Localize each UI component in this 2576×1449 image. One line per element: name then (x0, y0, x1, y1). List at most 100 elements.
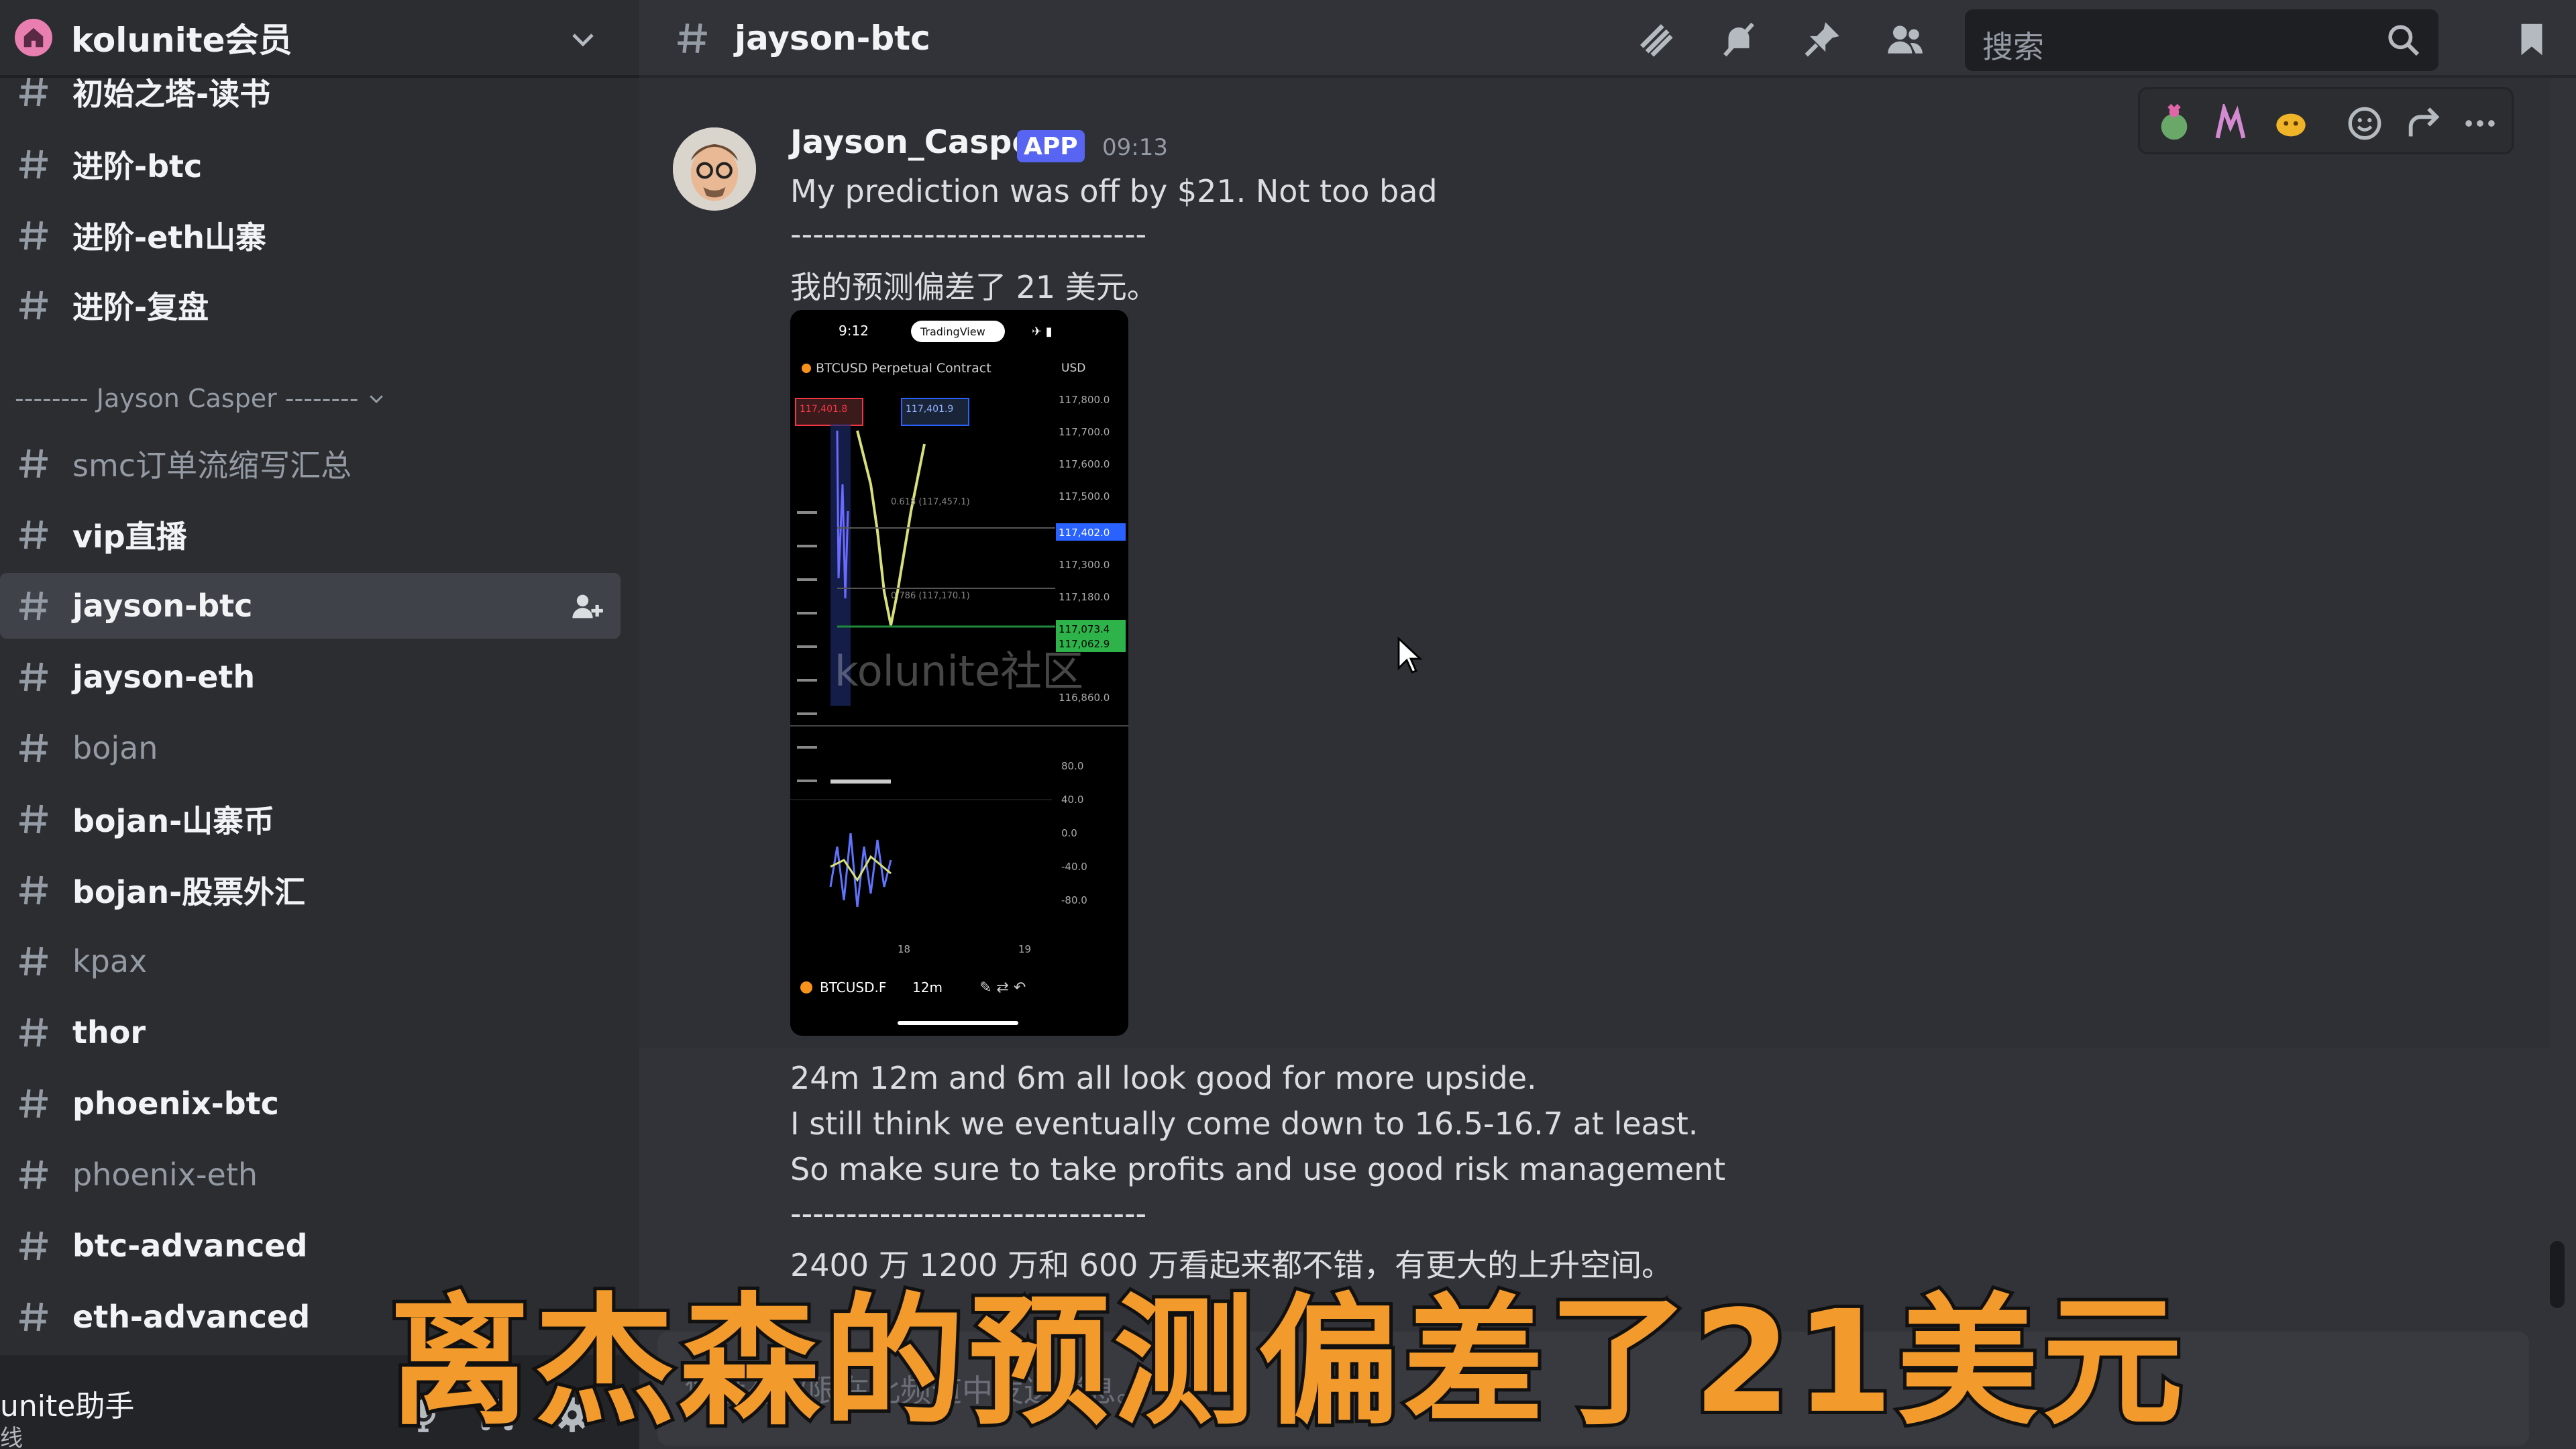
create-invite-icon[interactable] (570, 589, 604, 624)
channel-label: jayson-eth (72, 659, 256, 695)
price-tag-green: 117,073.4 (1059, 623, 1110, 635)
footer-symbol: BTCUSD.F (820, 979, 886, 996)
interval-label: 12m (912, 979, 943, 996)
current-price-tag: 117,402.0 (1059, 527, 1110, 539)
hash-icon (19, 77, 48, 107)
oscillator-tick: 80.0 (1061, 760, 1083, 772)
price-tick: 117,180.0 (1059, 591, 1110, 603)
channel-label: vip直播 (72, 519, 187, 555)
chevron-down-icon[interactable] (567, 23, 599, 55)
channel-sidebar: kolunite会员 初始之塔-读书 进阶-btc 进阶-eth山寨 进阶-复盘… (0, 0, 639, 1449)
oscillator-tick: -40.0 (1061, 861, 1087, 873)
reaction-emoji-icon[interactable] (2155, 104, 2194, 143)
channel-item[interactable]: thor (0, 1000, 621, 1065)
message-text-line: My prediction was off by $21. Not too ba… (790, 173, 1438, 209)
channel-label: thor (72, 1014, 146, 1051)
date-tick: 19 (1018, 943, 1031, 955)
hash-icon (19, 591, 48, 621)
hash-icon (19, 221, 48, 250)
price-tick: 117,700.0 (1059, 426, 1110, 438)
search-placeholder: 搜索 (1982, 29, 2044, 65)
channel-item[interactable]: vip直播 (0, 502, 621, 568)
oscillator-tick: 40.0 (1061, 794, 1083, 806)
channel-item[interactable]: 进阶-btc (0, 131, 621, 197)
bookmark-icon[interactable] (2511, 19, 2553, 60)
hash-icon (19, 1018, 48, 1047)
channel-item[interactable]: phoenix-eth (0, 1142, 621, 1208)
channel-label: 进阶-eth山寨 (72, 219, 267, 256)
hash-icon (19, 449, 48, 478)
hash-icon (19, 1089, 48, 1118)
category-label: -------- Jayson Casper -------- (15, 384, 359, 413)
channel-item[interactable]: phoenix-btc (0, 1071, 621, 1136)
channel-item[interactable]: kpax (0, 928, 621, 994)
chart-currency: USD (1061, 362, 1085, 375)
image-attachment[interactable]: 9:12 TradingView ✈ ▮ BTCUSD Perpetual Co… (790, 310, 1128, 1036)
channel-item[interactable]: jayson-btc (0, 573, 621, 639)
chat-area: jayson-btc 搜索 Jayson_Casper APP 09:13 My… (639, 0, 2576, 1449)
message-separator: -------------------------------- (790, 216, 1147, 252)
date-tick: 18 (898, 943, 910, 955)
channel-item[interactable]: 进阶-eth山寨 (0, 203, 621, 268)
hash-icon (19, 733, 48, 763)
add-reaction-icon[interactable] (2345, 104, 2384, 143)
hash-icon (19, 1160, 48, 1189)
oscillator-tick: 0.0 (1061, 827, 1077, 839)
video-caption: 离杰森的预测偏差了21美元 (386, 1277, 2188, 1448)
server-name: kolunite会员 (71, 21, 292, 60)
message-text-line: 我的预测偏差了 21 美元。 (790, 269, 1158, 305)
price-tick: 117,800.0 (1059, 394, 1110, 406)
channel-label: jayson-btc (72, 588, 253, 624)
channel-item[interactable]: smc订单流缩写汇总 (0, 431, 621, 496)
channel-label: bojan-山寨币 (72, 803, 275, 839)
channel-label: smc订单流缩写汇总 (72, 447, 352, 484)
message-timestamp[interactable]: 09:13 (1102, 134, 1168, 161)
channel-item[interactable]: bojan-山寨币 (0, 786, 621, 852)
hash-icon (678, 23, 707, 54)
server-header[interactable]: kolunite会员 (0, 0, 639, 78)
search-icon (2388, 25, 2420, 56)
hash-icon (19, 520, 48, 549)
price-tick: 117,600.0 (1059, 458, 1110, 470)
channel-header: jayson-btc 搜索 (639, 0, 2576, 78)
channel-label: bojan (72, 730, 158, 766)
avatar[interactable] (673, 127, 756, 211)
channel-label: 进阶-btc (72, 148, 203, 184)
pin-icon[interactable] (1801, 19, 1843, 60)
search-input[interactable]: 搜索 (1965, 9, 2438, 71)
memoji-avatar-icon (673, 127, 756, 211)
hash-icon (19, 150, 48, 179)
channel-label: bojan-股票外汇 (72, 874, 306, 910)
member-list-icon[interactable] (1884, 19, 1926, 60)
price-tick: 117,300.0 (1059, 559, 1110, 571)
mouse-cursor-icon (1397, 636, 1423, 674)
channel-item[interactable]: bojan-股票外汇 (0, 857, 621, 923)
reaction-emoji-icon[interactable] (2271, 104, 2310, 143)
channel-item[interactable]: jayson-eth (0, 644, 621, 710)
reaction-emoji-icon[interactable] (2211, 104, 2250, 143)
message-separator: -------------------------------- (790, 1195, 1147, 1232)
notification-bell-muted-icon[interactable] (1718, 19, 1760, 60)
hash-icon (19, 662, 48, 692)
tradingview-chart-image: 9:12 TradingView ✈ ▮ BTCUSD Perpetual Co… (790, 310, 1128, 1036)
more-options-icon[interactable] (2461, 104, 2500, 143)
app-badge: APP (1017, 130, 1085, 162)
sell-price: 117,401.8 (800, 404, 847, 415)
channel-item[interactable]: bojan (0, 715, 621, 781)
channel-label: phoenix-eth (72, 1157, 258, 1193)
category-jayson-casper[interactable]: -------- Jayson Casper -------- (15, 378, 386, 419)
channel-item[interactable]: 进阶-复盘 (0, 272, 621, 338)
phone-time: 9:12 (839, 323, 869, 339)
hash-icon (19, 947, 48, 976)
forward-icon[interactable] (2404, 104, 2443, 143)
svg-text:✈ ▮: ✈ ▮ (1032, 325, 1053, 339)
chevron-down-icon (370, 395, 384, 404)
oscillator-tick: -80.0 (1061, 894, 1087, 906)
price-tick: 117,500.0 (1059, 490, 1110, 502)
hash-icon (19, 875, 48, 905)
threads-icon[interactable] (1635, 19, 1676, 60)
message-actions-toolbar (2138, 87, 2514, 154)
channel-title: jayson-btc (735, 19, 930, 58)
message-author[interactable]: Jayson_Casper (790, 123, 1050, 161)
app-name: TradingView (920, 325, 985, 338)
